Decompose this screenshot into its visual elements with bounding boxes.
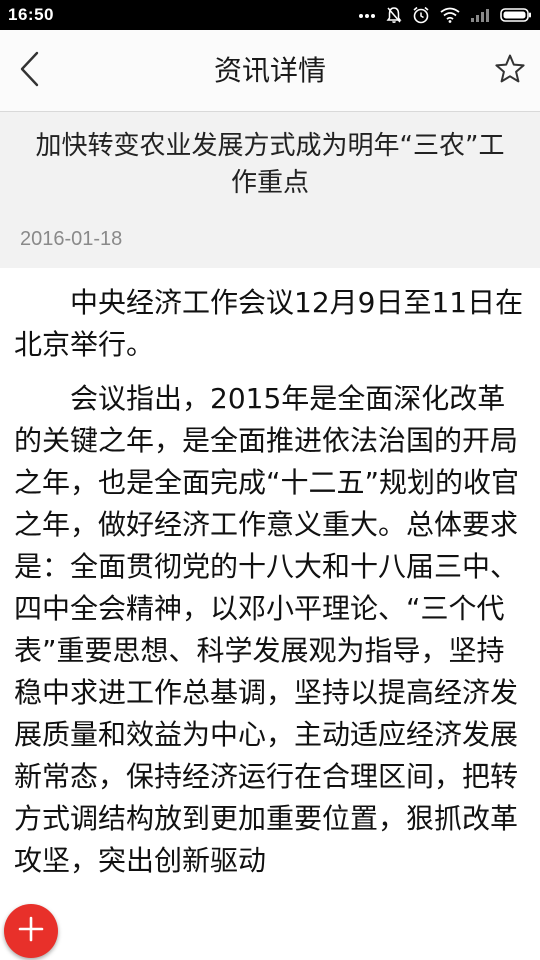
article-date: 2016-01-18 xyxy=(20,228,123,250)
page-title: 资讯详情 xyxy=(213,54,326,87)
add-button[interactable] xyxy=(4,904,58,958)
status-time: 16:50 xyxy=(8,5,54,24)
mute-icon xyxy=(386,6,402,24)
signal-icon xyxy=(470,7,490,23)
article-header: 加快转变农业发展方式成为明年“三农”工作重点 2016-01-18 xyxy=(0,112,540,268)
star-outline-icon xyxy=(494,53,526,89)
nav-bar: 资讯详情 xyxy=(0,30,540,112)
wifi-icon xyxy=(440,7,460,23)
article-body: 中央经济工作会议12月9日至11日在北京举行。 会议指出，2015年是全面深化改… xyxy=(14,282,526,894)
article-title: 加快转变农业发展方式成为明年“三农”工作重点 xyxy=(35,131,505,198)
battery-icon xyxy=(500,7,532,23)
alarm-icon xyxy=(412,6,430,24)
status-bar: 16:50 xyxy=(0,0,540,30)
status-icons xyxy=(358,6,532,24)
favorite-button[interactable] xyxy=(490,50,530,92)
article-paragraph: 会议指出，2015年是全面深化改革的关键之年，是全面推进依法治国的开局之年，也是… xyxy=(14,382,520,877)
more-dots-icon xyxy=(358,11,376,19)
article-paragraph: 中央经济工作会议12月9日至11日在北京举行。 xyxy=(14,286,524,361)
plus-icon xyxy=(17,915,45,947)
